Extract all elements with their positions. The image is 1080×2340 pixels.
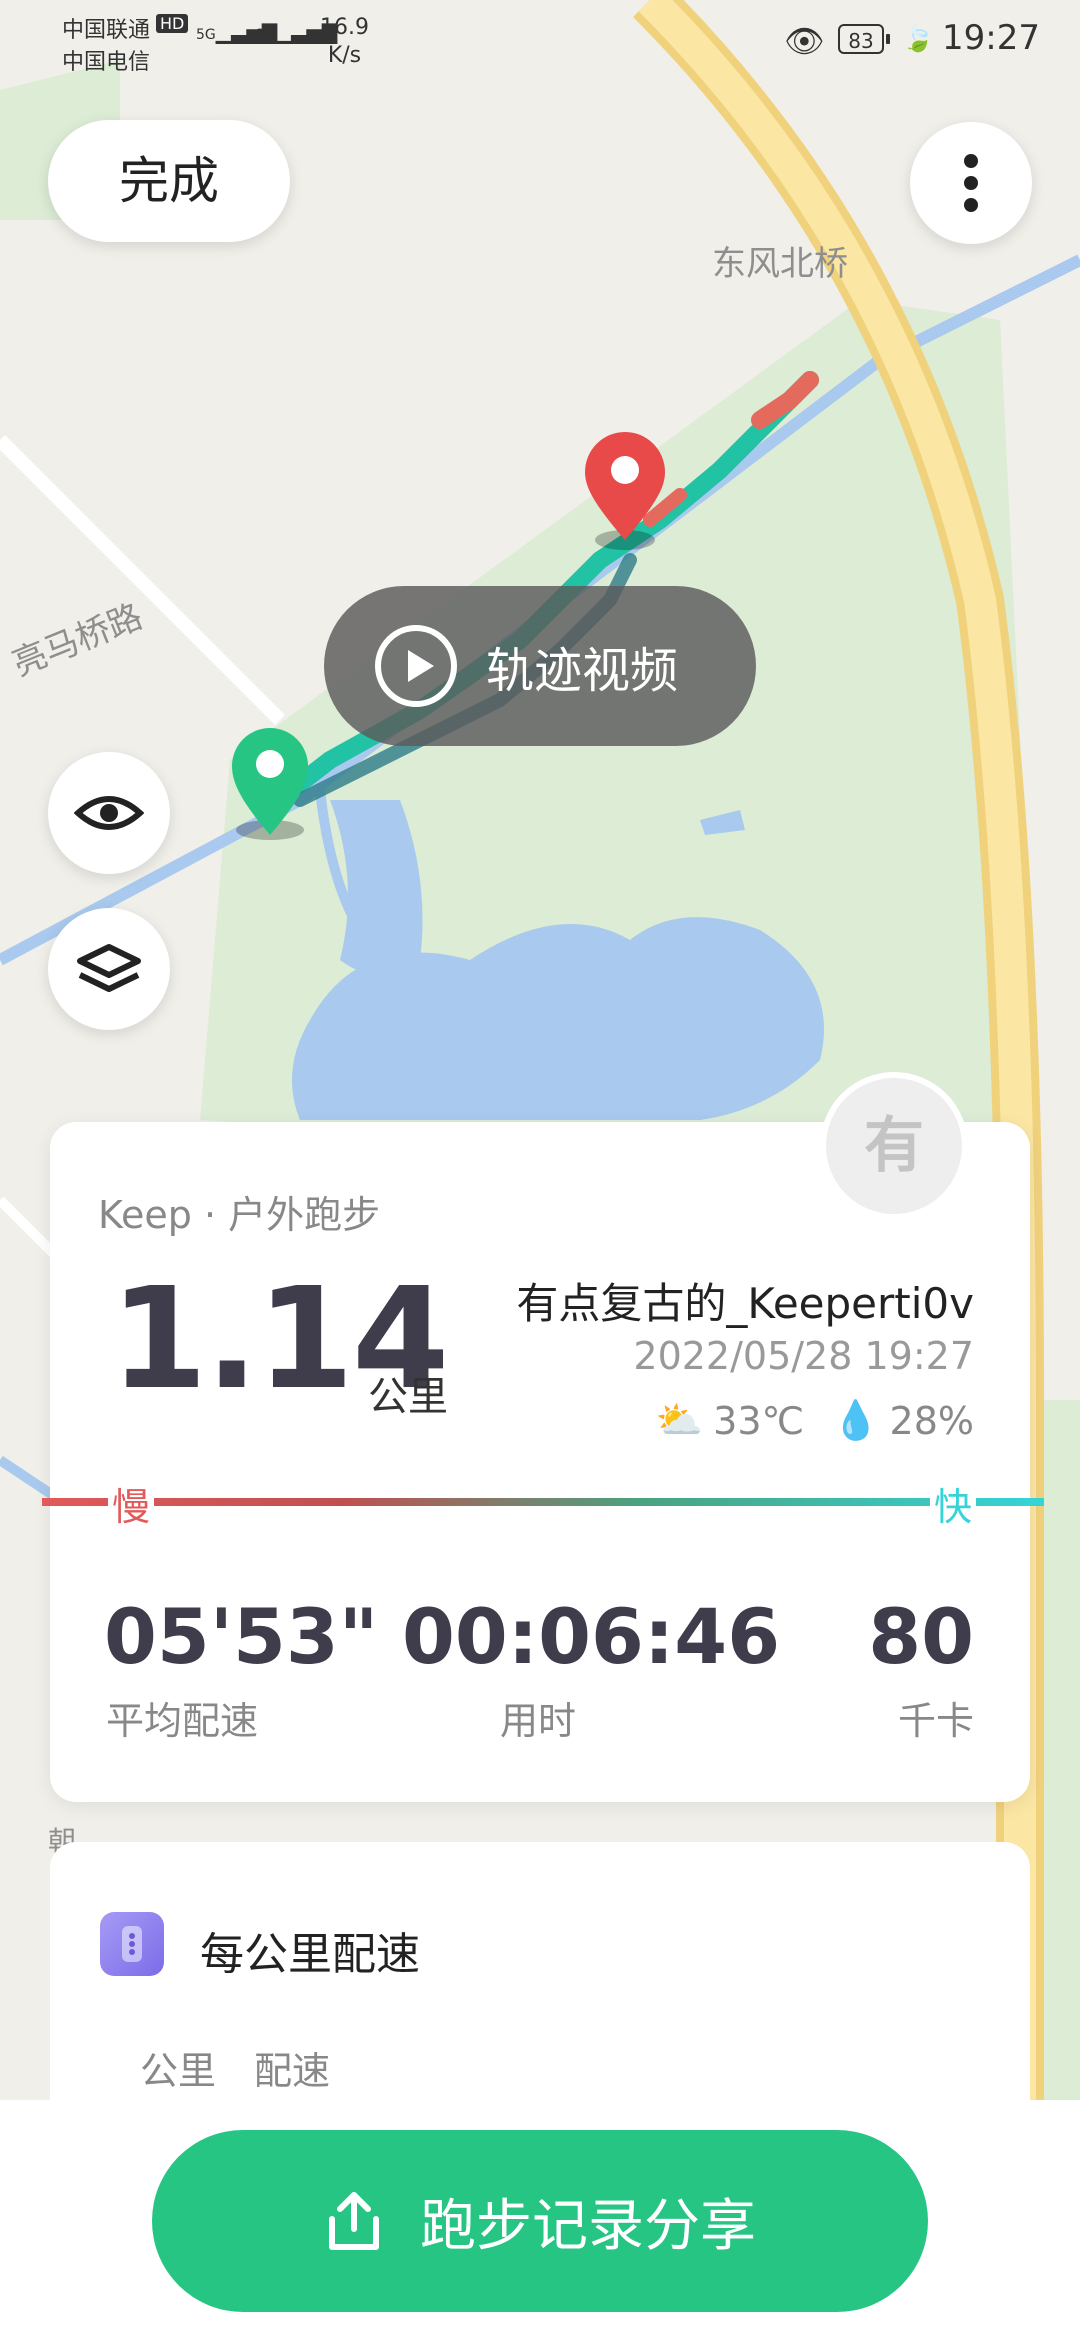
share-run-button[interactable]: 跑步记录分享 [152, 2130, 928, 2312]
battery-indicator: 83 [838, 24, 890, 54]
track-video-button[interactable]: 轨迹视频 [324, 586, 756, 746]
fast-label: 快 [930, 1476, 977, 1531]
humidity: 28% [889, 1398, 974, 1443]
done-button[interactable]: 完成 [48, 120, 290, 242]
weather-info: ⛅ 33℃ 💧 28% [656, 1398, 974, 1443]
leaf-icon: 🍃 [902, 24, 935, 54]
calories-value: 80 [868, 1592, 974, 1681]
avatar[interactable]: 有 [820, 1072, 968, 1220]
duration-value: 00:06:46 [402, 1592, 781, 1681]
network-speed: 16.9 K/s [320, 15, 369, 68]
eye-icon [74, 796, 144, 830]
slow-label: 慢 [108, 1476, 155, 1531]
duration-label: 用时 [500, 1699, 577, 1743]
track-video-label: 轨迹视频 [486, 643, 679, 699]
play-icon [375, 625, 457, 707]
activity-source: Keep · 户外跑步 [98, 1193, 381, 1237]
column-pace: 配速 [254, 2049, 331, 2093]
pace-gradient-bar [42, 1498, 1044, 1506]
clock: 19:27 [942, 18, 1040, 58]
layers-icon [77, 944, 141, 992]
distance-unit: 公里 [368, 1374, 448, 1420]
carrier-1: 中国联通 [62, 18, 151, 43]
map-label-bridge: 东风北桥 [712, 244, 848, 284]
carrier-2: 中国电信 [62, 50, 151, 75]
more-menu-button[interactable] [910, 122, 1032, 244]
status-bar: 中国联通 HD 中国电信 5G▁▃▅▇ 2G▁▃▅▇ 16.9 K/s 👁 83 … [0, 0, 1080, 80]
pace-section-icon [100, 1912, 164, 1976]
calories-label: 千卡 [897, 1699, 974, 1743]
run-datetime: 2022/05/28 19:27 [633, 1334, 974, 1378]
user-name: 有点复古的_Keeperti0v [516, 1279, 974, 1328]
weather-icon: ⛅ [655, 1398, 704, 1442]
hd-badge: HD [156, 14, 189, 33]
temperature: 33℃ [713, 1398, 805, 1443]
pace-section-title: 每公里配速 [200, 1929, 420, 1980]
avg-pace-label: 平均配速 [106, 1699, 259, 1743]
eye-comfort-icon: 👁 [784, 22, 825, 60]
column-km: 公里 [140, 2049, 217, 2093]
share-icon [329, 2192, 379, 2250]
more-vertical-icon [964, 154, 978, 212]
visibility-toggle-button[interactable] [48, 752, 170, 874]
humidity-icon: 💧 [832, 1398, 880, 1442]
map-layers-button[interactable] [48, 908, 170, 1030]
avg-pace-value: 05'53" [104, 1592, 379, 1681]
run-summary-card: Keep · 户外跑步 1.14 公里 有点复古的_Keeperti0v 202… [42, 1122, 1044, 1802]
share-run-label: 跑步记录分享 [420, 2193, 756, 2259]
